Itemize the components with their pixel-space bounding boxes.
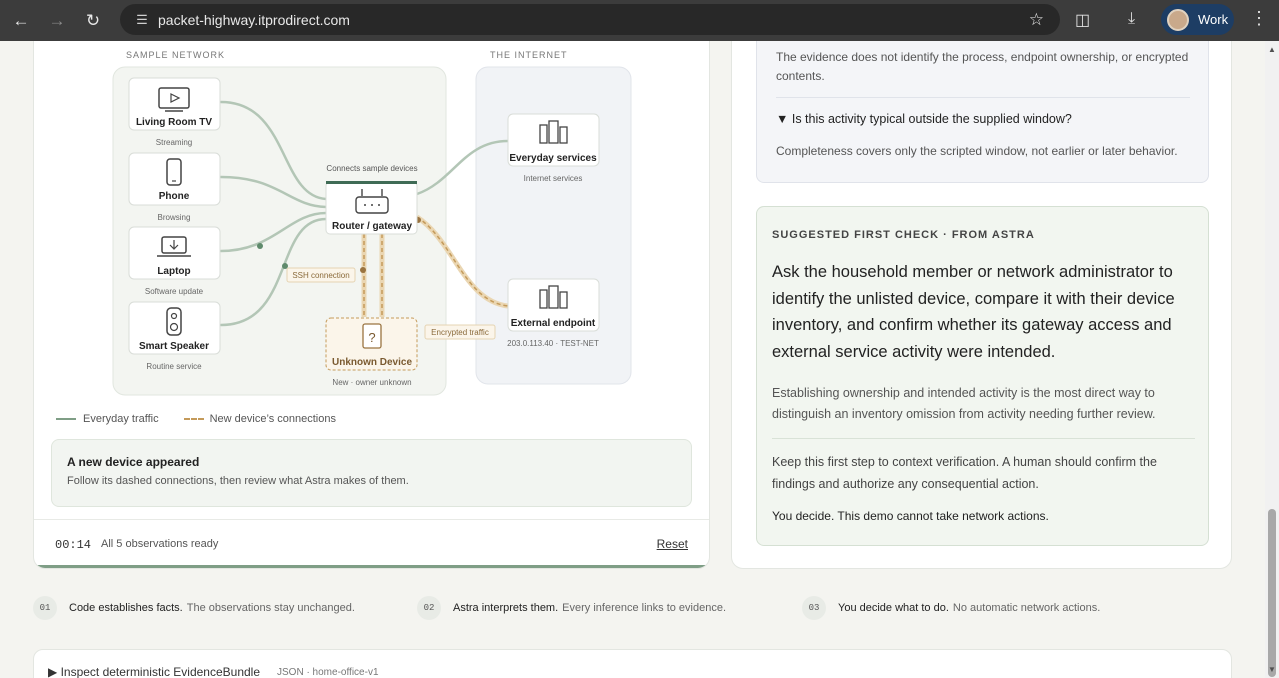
- faq-answer: Completeness covers only the scripted wi…: [776, 144, 1178, 158]
- playback-footer: 00:14 All 5 observations ready Reset: [34, 519, 709, 566]
- endpoint-name: External endpoint: [511, 318, 596, 329]
- unknown-device-node[interactable]: ? Unknown Device: [325, 317, 418, 371]
- new-device-legend-label: New device’s connections: [209, 413, 336, 425]
- suggestion-headline: Ask the household member or network admi…: [772, 263, 1175, 361]
- everyday-legend-swatch: [56, 418, 76, 420]
- page-scrollbar[interactable]: ▲ ▼: [1265, 41, 1279, 678]
- callout-description: Follow its dashed connections, then revi…: [67, 475, 409, 487]
- step-text: No automatic network actions.: [952, 602, 1101, 614]
- endpoint-caption: 203.0.113.40 · TEST-NET: [507, 339, 599, 348]
- evidence-bundle-details[interactable]: ▶ Inspect deterministic EvidenceBundle J…: [33, 649, 1232, 678]
- faq-question-typical-activity[interactable]: ▼ Is this activity typical outside the s…: [776, 112, 1072, 126]
- card-accent: [34, 565, 709, 568]
- address-bar[interactable]: ☰ packet-highway.itprodirect.com ☆: [120, 4, 1060, 35]
- suggestion-divider: [772, 438, 1195, 439]
- services-caption: Internet services: [524, 174, 583, 183]
- decision-note: You decide. This demo cannot take networ…: [772, 509, 1049, 523]
- device-name: Laptop: [157, 266, 190, 277]
- device-activity: Software update: [145, 287, 204, 296]
- device-living-room-tv[interactable]: Living Room TV: [128, 77, 221, 131]
- site-settings-icon[interactable]: ☰: [128, 12, 156, 28]
- router-gateway-node[interactable]: Router / gateway: [325, 181, 418, 235]
- suggestion-rationale: Establishing ownership and intended acti…: [772, 386, 1156, 421]
- step-item: 02 Astra interprets them. Every inferenc…: [417, 596, 726, 620]
- new-device-callout: A new device appeared Follow its dashed …: [51, 439, 692, 507]
- url-text[interactable]: packet-highway.itprodirect.com: [158, 12, 350, 28]
- suggestion-eyebrow: SUGGESTED FIRST CHECK · FROM ASTRA: [772, 229, 1035, 241]
- router-name: Router / gateway: [332, 221, 412, 232]
- svg-text:?: ?: [368, 330, 375, 345]
- ssh-connection-label: SSH connection: [292, 271, 349, 280]
- step-item: 03 You decide what to do. No automatic n…: [802, 596, 1100, 620]
- bundle-meta: JSON · home-office-v1: [277, 667, 379, 678]
- device-smart-speaker[interactable]: Smart Speaker: [128, 301, 221, 355]
- reset-button[interactable]: Reset: [657, 537, 688, 551]
- device-name: Smart Speaker: [139, 341, 209, 352]
- suggestion-guidance: Keep this first step to context verifica…: [772, 455, 1157, 491]
- step-title: Astra interprets them.: [453, 602, 559, 614]
- avatar: [1167, 8, 1189, 31]
- network-diagram-card: SAMPLE NETWORK THE INTERNET SSH connecti…: [33, 41, 710, 569]
- bundle-summary[interactable]: ▶ Inspect deterministic EvidenceBundle: [48, 665, 260, 678]
- traffic-dot: [282, 263, 288, 269]
- device-name: Living Room TV: [136, 117, 212, 128]
- menu-icon[interactable]: ⋮: [1250, 8, 1268, 29]
- suggested-first-check: SUGGESTED FIRST CHECK · FROM ASTRA Ask t…: [756, 206, 1209, 546]
- external-endpoint-node[interactable]: External endpoint: [507, 278, 600, 332]
- forward-icon[interactable]: →: [42, 6, 72, 36]
- scrollbar-thumb[interactable]: [1268, 509, 1276, 677]
- device-activity: Routine service: [146, 362, 202, 371]
- device-laptop[interactable]: Laptop: [128, 226, 221, 280]
- device-name: Phone: [159, 191, 190, 202]
- faq-divider: [776, 97, 1190, 98]
- traffic-dot: [257, 243, 263, 249]
- reload-icon[interactable]: ↻: [78, 6, 108, 36]
- sample-network-label: SAMPLE NETWORK: [126, 50, 225, 60]
- traffic-dot: [360, 267, 366, 273]
- new-device-legend-swatch: [183, 418, 204, 420]
- timer: 00:14: [55, 538, 92, 552]
- step-item: 01 Code establishes facts. The observati…: [33, 596, 355, 620]
- step-text: Every inference links to evidence.: [562, 602, 727, 614]
- services-name: Everyday services: [509, 153, 597, 164]
- extensions-icon[interactable]: ◫: [1075, 10, 1090, 30]
- download-icon[interactable]: ⤓: [1128, 10, 1135, 28]
- router-caption: Connects sample devices: [326, 164, 417, 173]
- step-title: You decide what to do.: [838, 602, 949, 614]
- network-diagram: SAMPLE NETWORK THE INTERNET SSH connecti…: [112, 50, 632, 396]
- diagram-legend: Everyday traffic New device’s connection…: [56, 413, 336, 425]
- scroll-up-icon[interactable]: ▲: [1268, 45, 1276, 54]
- bookmark-star-icon[interactable]: ☆: [1029, 10, 1044, 30]
- device-activity: Streaming: [156, 138, 192, 147]
- device-phone[interactable]: Phone: [128, 152, 221, 206]
- profile-button[interactable]: Work: [1161, 4, 1234, 35]
- unknown-device-name: Unknown Device: [332, 357, 412, 368]
- everyday-services-node[interactable]: Everyday services: [507, 113, 600, 167]
- faq-answer: The evidence does not identify the proce…: [776, 50, 1189, 83]
- step-number: 01: [33, 596, 57, 620]
- back-icon[interactable]: ←: [6, 6, 36, 36]
- faq-block: The evidence does not identify the proce…: [756, 41, 1209, 183]
- everyday-legend-label: Everyday traffic: [83, 413, 159, 425]
- encrypted-traffic-label: Encrypted traffic: [431, 328, 489, 337]
- browser-toolbar: ← → ↻ ☰ packet-highway.itprodirect.com ☆…: [0, 0, 1279, 41]
- step-title: Code establishes facts.: [69, 602, 183, 614]
- internet-label: THE INTERNET: [490, 50, 568, 60]
- step-text: The observations stay unchanged.: [186, 602, 355, 614]
- callout-title: A new device appeared: [67, 455, 200, 469]
- observations-status: All 5 observations ready: [101, 538, 219, 550]
- unknown-device-caption: New · owner unknown: [332, 378, 411, 387]
- principle-steps: 01 Code establishes facts. The observati…: [33, 596, 1232, 622]
- device-activity: Browsing: [158, 213, 191, 222]
- scroll-down-icon[interactable]: ▼: [1268, 665, 1276, 674]
- profile-name: Work: [1198, 12, 1229, 27]
- step-number: 03: [802, 596, 826, 620]
- astra-panel: The evidence does not identify the proce…: [731, 41, 1232, 569]
- step-number: 02: [417, 596, 441, 620]
